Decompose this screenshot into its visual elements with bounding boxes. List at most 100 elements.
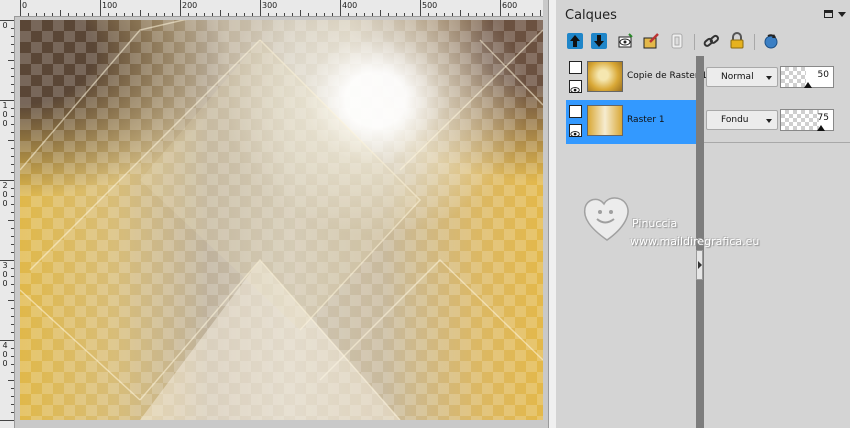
- panel-menu-arrow-icon[interactable]: [838, 12, 846, 17]
- ruler-tick: [11, 284, 14, 285]
- ruler-tick: [340, 0, 341, 16]
- ruler-tick: [11, 268, 14, 269]
- ruler-tick: [36, 13, 37, 16]
- ruler-tick: [11, 148, 14, 149]
- ruler-tick: [11, 84, 14, 85]
- ruler-tick: [8, 300, 14, 301]
- layer-thumbnail: [587, 105, 623, 136]
- opacity-slider-handle[interactable]: [817, 125, 825, 131]
- image-canvas[interactable]: [20, 20, 543, 420]
- ruler-tick: [348, 13, 349, 16]
- ruler-tick: [11, 412, 14, 413]
- move-layer-down-icon[interactable]: [590, 32, 608, 50]
- ruler-tick: [11, 212, 14, 213]
- opacity-slider-raster-1[interactable]: 75: [780, 109, 834, 131]
- ruler-tick: [11, 68, 14, 69]
- panel-window-icon[interactable]: [824, 10, 833, 18]
- ruler-tick: [420, 0, 421, 16]
- ruler-tick: [11, 396, 14, 397]
- opacity-slider-copie-de-raster-1[interactable]: 50: [780, 66, 834, 88]
- ruler-tick: [252, 13, 253, 16]
- ruler-tick: [8, 60, 14, 61]
- ruler-left-label: 4: [2, 341, 8, 350]
- ruler-tick: [11, 356, 14, 357]
- ruler-tick: [124, 13, 125, 16]
- ruler-tick: [476, 13, 477, 16]
- lock-icon[interactable]: [728, 32, 746, 50]
- ruler-tick: [364, 13, 365, 16]
- ruler-corner: [0, 0, 15, 17]
- ruler-tick: [11, 164, 14, 165]
- blend-mode-select-copie-de-raster-1[interactable]: Normal: [706, 67, 778, 87]
- ruler-tick: [8, 220, 14, 221]
- canvas-area[interactable]: 0 100 200 300 400 500 600 0100200300400: [0, 0, 548, 428]
- ruler-tick: [404, 13, 405, 16]
- ruler-tick: [11, 404, 14, 405]
- ruler-left-label: 0: [2, 350, 8, 359]
- ruler-tick: [11, 236, 14, 237]
- ruler-left-label: 0: [2, 21, 8, 30]
- chevron-down-icon: [766, 76, 772, 80]
- layers-toolbar: [556, 30, 850, 54]
- ruler-tick: [180, 0, 181, 16]
- opacity-slider-handle[interactable]: [804, 82, 812, 88]
- ruler-tick: [300, 10, 301, 16]
- watermark: Pinuccia www.maildiregrafica.eu: [580, 192, 810, 256]
- ruler-tick: [11, 28, 14, 29]
- ruler-tick: [228, 13, 229, 16]
- ruler-tick: [508, 13, 509, 16]
- ruler-tick: [11, 92, 14, 93]
- blend-mode-select-raster-1[interactable]: Fondu: [706, 110, 778, 130]
- ruler-tick: [204, 13, 205, 16]
- watermark-url: www.maildiregrafica.eu: [630, 235, 760, 248]
- ruler-tick: [11, 332, 14, 333]
- ruler-tick: [540, 10, 541, 16]
- ruler-tick: [11, 388, 14, 389]
- visibility-eye-icon[interactable]: [569, 124, 582, 138]
- ruler-left-label: 1: [2, 101, 8, 110]
- ruler-tick: [11, 252, 14, 253]
- ruler-tick: [220, 10, 221, 16]
- opacity-value: 50: [817, 70, 829, 80]
- ruler-top-label: 0: [22, 1, 28, 10]
- ruler-tick: [11, 188, 14, 189]
- ruler-left-label: 0: [2, 270, 8, 279]
- layer-row-raster-1[interactable]: Raster 1: [566, 100, 696, 144]
- ruler-tick: [452, 13, 453, 16]
- layer-row-copie-de-raster-1[interactable]: Copie de Raster 1: [566, 56, 707, 100]
- ruler-tick: [524, 13, 525, 16]
- ruler-tick: [11, 308, 14, 309]
- ruler-tick: [412, 13, 413, 16]
- ruler-tick: [132, 13, 133, 16]
- ruler-tick: [372, 13, 373, 16]
- ruler-tick: [108, 13, 109, 16]
- link-icon[interactable]: [702, 32, 720, 50]
- refresh-icon[interactable]: [762, 32, 780, 50]
- ruler-tick: [11, 244, 14, 245]
- ruler-tick: [532, 13, 533, 16]
- ruler-tick: [68, 13, 69, 16]
- ruler-top: 0 100 200 300 400 500 600: [14, 0, 548, 17]
- ruler-left-label: 2: [2, 181, 8, 190]
- eye-toggle-icon[interactable]: [616, 32, 634, 50]
- ruler-tick: [52, 13, 53, 16]
- move-layer-up-icon[interactable]: [566, 32, 584, 50]
- ruler-tick: [388, 13, 389, 16]
- ruler-left-label: 0: [2, 199, 8, 208]
- ruler-left-label: 0: [2, 279, 8, 288]
- ruler-tick: [11, 228, 14, 229]
- ruler-tick: [8, 380, 14, 381]
- ruler-tick: [0, 420, 14, 421]
- ruler-left-label: 0: [2, 110, 8, 119]
- ruler-tick: [11, 364, 14, 365]
- ruler-tick: [156, 13, 157, 16]
- diamond-pattern: [20, 20, 543, 420]
- ruler-tick: [11, 292, 14, 293]
- mask-icon[interactable]: [668, 32, 686, 50]
- ruler-tick: [11, 276, 14, 277]
- paintbrush-layer-icon[interactable]: [642, 32, 660, 50]
- divider: [704, 142, 850, 143]
- visibility-eye-icon[interactable]: [569, 80, 582, 94]
- ruler-tick: [196, 13, 197, 16]
- ruler-tick: [212, 13, 213, 16]
